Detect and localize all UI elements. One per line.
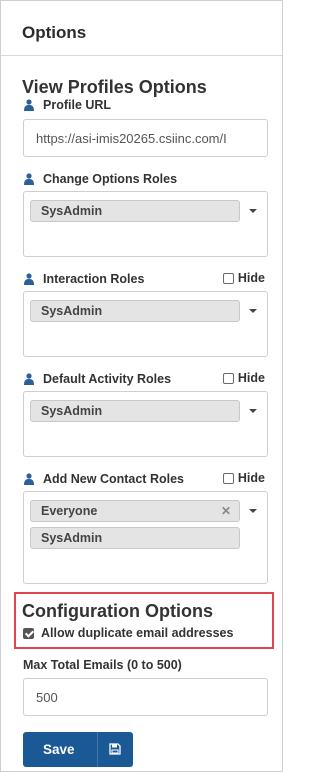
hide-checkbox[interactable] — [222, 372, 234, 384]
interaction-roles-label: Interaction Roles — [24, 272, 144, 286]
interaction-roles-label-text: Interaction Roles — [43, 272, 145, 286]
hide-label: Hide — [237, 271, 265, 285]
panel-title: Options — [22, 23, 87, 42]
role-tag[interactable]: SysAdmin — [30, 400, 240, 422]
profile-url-label: Profile URL — [24, 98, 111, 112]
configuration-options-title: Configuration Options — [22, 601, 213, 621]
user-icon — [24, 273, 34, 285]
role-tag[interactable]: SysAdmin — [30, 200, 240, 222]
save-button[interactable]: Save — [23, 732, 133, 767]
user-icon — [24, 373, 34, 385]
caret-down-icon[interactable] — [249, 509, 257, 513]
max-total-emails-label: Max Total Emails (0 to 500) — [23, 658, 182, 672]
role-tag-label: SysAdmin — [41, 204, 103, 218]
role-tag-label: SysAdmin — [41, 531, 103, 545]
hide-checkbox[interactable] — [222, 472, 234, 484]
caret-down-icon[interactable] — [249, 309, 257, 313]
default-activity-roles-hide[interactable]: Hide — [222, 371, 265, 385]
close-icon[interactable]: ✕ — [221, 504, 231, 518]
add-new-contact-roles-label: Add New Contact Roles — [24, 472, 184, 486]
change-options-roles-select[interactable]: SysAdmin — [23, 191, 268, 257]
hide-label: Hide — [237, 371, 265, 385]
hide-checkbox[interactable] — [222, 272, 234, 284]
role-tag[interactable]: SysAdmin — [30, 300, 240, 322]
role-tag[interactable]: SysAdmin — [30, 527, 240, 549]
default-activity-roles-select[interactable]: SysAdmin — [23, 391, 268, 457]
add-new-contact-roles-label-text: Add New Contact Roles — [43, 472, 184, 486]
save-button-label: Save — [43, 742, 75, 757]
button-divider — [97, 732, 98, 767]
change-options-roles-label-text: Change Options Roles — [43, 172, 178, 186]
profile-url-label-text: Profile URL — [43, 98, 112, 112]
allow-duplicate-checkbox[interactable] — [23, 627, 34, 639]
caret-down-icon[interactable] — [249, 409, 257, 413]
role-tag-label: SysAdmin — [41, 404, 103, 418]
hide-label: Hide — [237, 471, 265, 485]
profile-url-input[interactable]: https://asi-imis20265.csiinc.com/I — [23, 119, 268, 157]
add-new-contact-roles-select[interactable]: Everyone ✕ SysAdmin — [23, 491, 268, 584]
user-icon — [24, 173, 34, 185]
allow-duplicate-emails-option[interactable]: Allow duplicate email addresses — [23, 626, 233, 640]
view-profiles-title: View Profiles Options — [22, 77, 207, 97]
user-icon — [24, 99, 34, 111]
allow-duplicate-label: Allow duplicate email addresses — [41, 626, 234, 640]
add-new-contact-roles-hide[interactable]: Hide — [222, 471, 265, 485]
change-options-roles-label: Change Options Roles — [24, 172, 177, 186]
default-activity-roles-label-text: Default Activity Roles — [43, 372, 172, 386]
panel-header: Options — [1, 1, 282, 56]
role-tag-label: SysAdmin — [41, 304, 103, 318]
role-tag[interactable]: Everyone ✕ — [30, 500, 240, 522]
caret-down-icon[interactable] — [249, 209, 257, 213]
interaction-roles-hide[interactable]: Hide — [222, 271, 265, 285]
user-icon — [24, 473, 34, 485]
max-total-emails-input[interactable]: 500 — [23, 678, 268, 716]
role-tag-label: Everyone — [41, 504, 98, 518]
floppy-disk-icon — [109, 743, 121, 755]
options-panel: Options View Profiles Options Profile UR… — [0, 0, 283, 772]
default-activity-roles-label: Default Activity Roles — [24, 372, 171, 386]
interaction-roles-select[interactable]: SysAdmin — [23, 291, 268, 357]
